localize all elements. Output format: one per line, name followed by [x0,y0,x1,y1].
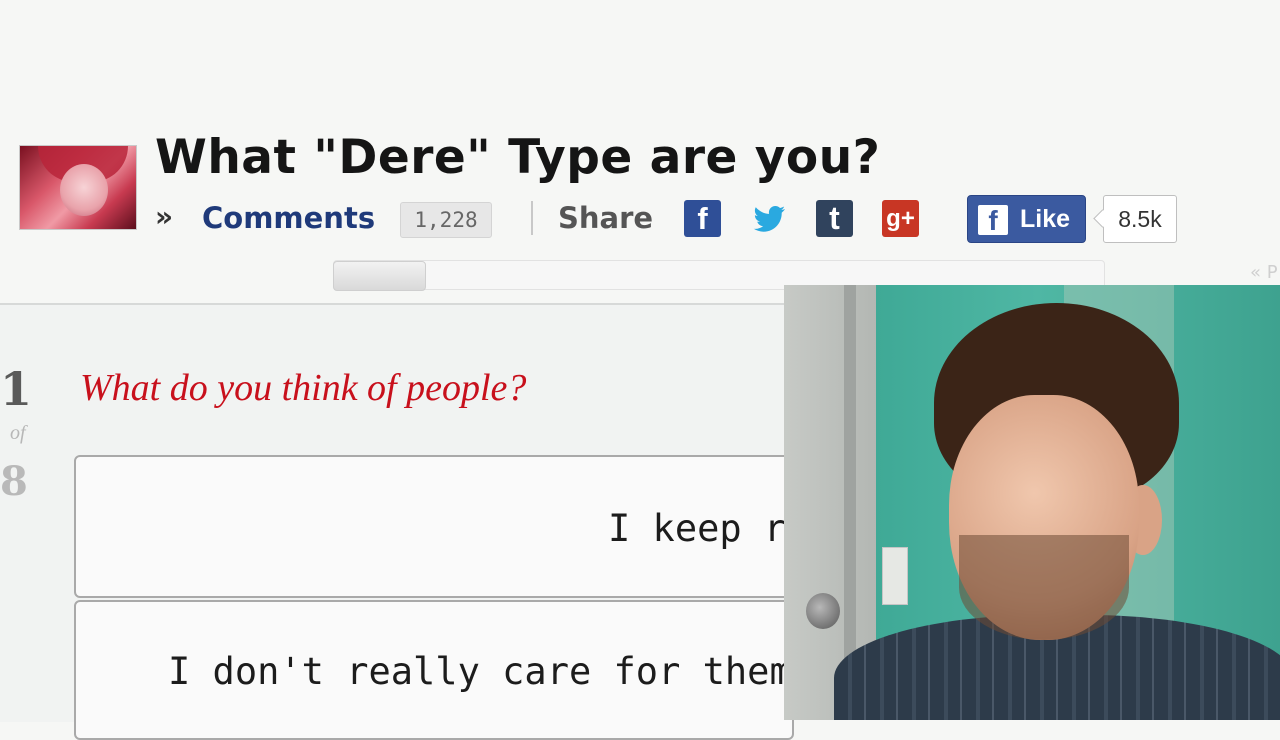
google-plus-icon[interactable]: g+ [882,200,919,237]
facebook-logo-icon: f [978,205,1008,236]
answer-option[interactable]: I keep r [74,455,794,598]
comments-link[interactable]: Comments [202,201,375,235]
person-beard [959,535,1129,640]
question-of-label: of [10,422,26,444]
tumblr-icon[interactable]: t [816,200,853,237]
webcam-overlay [784,285,1280,720]
question-text: What do you think of people? [80,367,527,409]
twitter-icon[interactable] [749,198,789,238]
like-label: Like [1020,205,1071,233]
comments-count-badge: 1,228 [400,202,492,238]
question-number: 1 [0,362,33,416]
facebook-like-button[interactable]: f Like [967,195,1086,243]
like-count: 8.5k [1103,195,1177,243]
answer-option[interactable]: I don't really care for them [74,600,794,740]
light-switch [882,547,908,605]
meta-divider [531,201,533,235]
twitter-bird-icon [753,206,785,232]
raquo-icon: » [155,200,174,233]
thumbnail-face [60,164,108,216]
answer-text: I keep r [608,507,787,550]
share-label: Share [558,201,654,235]
page-title: What "Dere" Type are you? [155,130,881,185]
previous-nav-link[interactable]: « P [1250,262,1278,283]
question-total: 8 [0,458,28,505]
facebook-icon[interactable]: f [684,200,721,237]
progress-fill [333,261,426,291]
quiz-thumbnail[interactable] [19,145,137,230]
answer-text: I don't really care for them [168,650,792,693]
door-knob [806,593,840,629]
